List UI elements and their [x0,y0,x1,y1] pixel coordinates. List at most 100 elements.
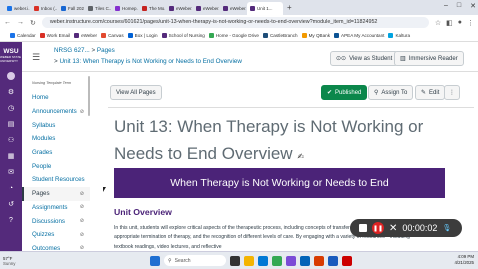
user-icon: ⚲ [374,90,379,96]
bookmark-item[interactable]: Work Email [39,33,70,38]
window-controls: – □ ✕ [444,2,476,10]
bookmark-item[interactable]: Kaltura [388,33,410,38]
weather-condition: Sunny [3,260,16,266]
course-nav-item[interactable]: Quizzes ⊘ [22,228,90,242]
forward-icon[interactable]: → [17,19,24,26]
course-nav-item[interactable]: People [22,159,90,173]
star-icon[interactable]: ☆ [435,19,441,27]
course-nav-item[interactable]: Assignments ⊘ [22,201,90,215]
task-view-icon[interactable] [230,255,240,266]
browser-tab[interactable]: Inbox (... [31,2,57,15]
new-tab-button[interactable]: + [287,2,292,15]
tab-label: eWeber... [230,6,246,11]
start-icon[interactable] [150,255,160,266]
weather-widget[interactable]: 57°F Sunny [0,256,60,266]
bookmark-item[interactable]: Home - Google Drive [208,33,259,38]
microphone-icon[interactable]: 🎙 [442,224,451,232]
edit-button[interactable]: ✎ Edit [415,85,446,100]
help-icon[interactable]: ? [0,212,22,228]
course-nav-item[interactable]: Grades [22,146,90,160]
browser-tab[interactable]: Unit 1... [247,2,283,15]
more-options-button[interactable]: ⋮ [444,85,460,100]
course-nav-item[interactable]: Announcements ⊘ [22,105,90,119]
minimize-icon[interactable]: – [444,2,448,10]
chrome-icon[interactable] [272,255,282,266]
browser-tab[interactable]: Tiles C... [85,2,111,15]
view-all-pages-button[interactable]: View All Pages [110,85,162,100]
published-button[interactable]: ✔ Published [321,85,368,100]
bookmark-item[interactable]: My QBank [301,33,330,38]
course-nav-scrollbar[interactable] [88,76,90,116]
calendar-icon[interactable]: ▦ [0,148,22,164]
teams-icon[interactable] [286,255,296,266]
browser-tab[interactable]: eWeber... [193,2,219,15]
groups-icon[interactable]: ⚇ [0,132,22,148]
reload-icon[interactable]: ↻ [30,19,36,27]
stop-icon[interactable] [359,224,367,232]
course-nav-item[interactable]: Home [22,91,90,105]
hamburger-icon[interactable]: ☰ [32,52,40,63]
immersive-reader-label: Immersive Reader [408,55,458,62]
inbox-icon[interactable]: ✉ [0,164,22,180]
browser-tab[interactable]: weber.i... [4,2,30,15]
breadcrumb-course[interactable]: NRSG 627... [54,47,90,54]
menu-icon[interactable]: ⋮ [467,19,474,27]
word-icon[interactable] [328,255,338,266]
pause-icon[interactable]: ❚❚ [372,222,384,234]
bookmark-label: eWeber [81,33,98,38]
url-input[interactable]: weber.instructure.com/courses/601621/pag… [41,17,429,28]
bookmark-item[interactable]: Canvas [101,33,124,38]
breadcrumb-pages[interactable]: Pages [97,47,115,54]
course-nav-label: Grades [32,149,53,157]
powerpoint-icon[interactable] [314,255,324,266]
edge-icon[interactable] [258,255,268,266]
bookmark-item[interactable]: Calendar [10,33,36,38]
courses-icon[interactable]: ▤ [0,116,22,132]
recorder-app-icon[interactable] [342,255,352,266]
cancel-icon[interactable]: ✕ [389,223,397,234]
outlook-icon[interactable] [300,255,310,266]
course-nav-item[interactable]: Syllabus [22,118,90,132]
commons-icon[interactable]: ↺ [0,196,22,212]
browser-tab[interactable]: eWeber... [220,2,246,15]
bookmark-item[interactable]: CastleBranch [262,33,298,38]
close-icon[interactable]: ✕ [470,2,476,10]
course-nav-label: Student Resources [32,176,85,184]
tab-label: The Mo... [149,6,165,11]
assign-to-button[interactable]: ⚲ Assign To [368,85,414,100]
immersive-reader-button[interactable]: ▥ Immersive Reader [394,51,464,66]
bookmark-item[interactable]: APEA My Accountant [334,33,384,38]
taskbar-search[interactable]: ⚲ Search [164,255,226,266]
system-clock[interactable]: 4:09 PM 4/21/2025 [454,254,474,266]
bookmark-item[interactable]: eWeber [74,33,97,38]
account-icon[interactable] [0,68,22,84]
maximize-icon[interactable]: □ [457,2,461,10]
file-explorer-icon[interactable] [244,255,254,266]
bookmark-item[interactable]: School of Nursing [161,33,205,38]
browser-tab[interactable]: Fall 202... [58,2,84,15]
page-title-text: Unit 13: When Therapy is Not Working or … [114,117,424,163]
bookmark-item[interactable]: Box | Login [127,33,158,38]
global-nav: WSU WEBER STATE UNIVERSITY ⚙ ◷ ▤ ⚇ ▦ ✉ ◔… [0,42,22,259]
browser-tab[interactable]: eWeber... [166,2,192,15]
visibility-icon: ⊘ [79,218,84,225]
profile-icon[interactable]: ● [458,19,462,27]
admin-icon[interactable]: ⚙ [0,84,22,100]
extensions-icon[interactable]: ◧ [446,19,453,27]
history-icon[interactable]: ◔ [0,180,22,196]
browser-tab[interactable]: Homep... [112,2,138,15]
browser-tab[interactable]: The Mo... [139,2,165,15]
wsu-logo[interactable]: WSU WEBER STATE UNIVERSITY [0,42,22,68]
breadcrumb-current-page[interactable]: Unit 13: When Therapy is Not Working or … [59,58,241,65]
bookmark-label: CastleBranch [269,33,298,38]
dashboard-icon[interactable]: ◷ [0,100,22,116]
address-bar: ← → ↻ weber.instructure.com/courses/6016… [0,15,478,30]
back-icon[interactable]: ← [4,19,11,26]
course-nav-item[interactable]: Student Resources [22,173,90,187]
mouse-cursor [103,187,106,192]
course-nav-item[interactable]: Pages ⊘ [22,186,90,201]
accessibility-icon[interactable]: ✍ [297,152,304,161]
course-nav-item[interactable]: Discussions ⊘ [22,214,90,228]
view-as-student-button[interactable]: ⊙⊙ View as Student [330,51,399,66]
course-nav-item[interactable]: Modules [22,132,90,146]
